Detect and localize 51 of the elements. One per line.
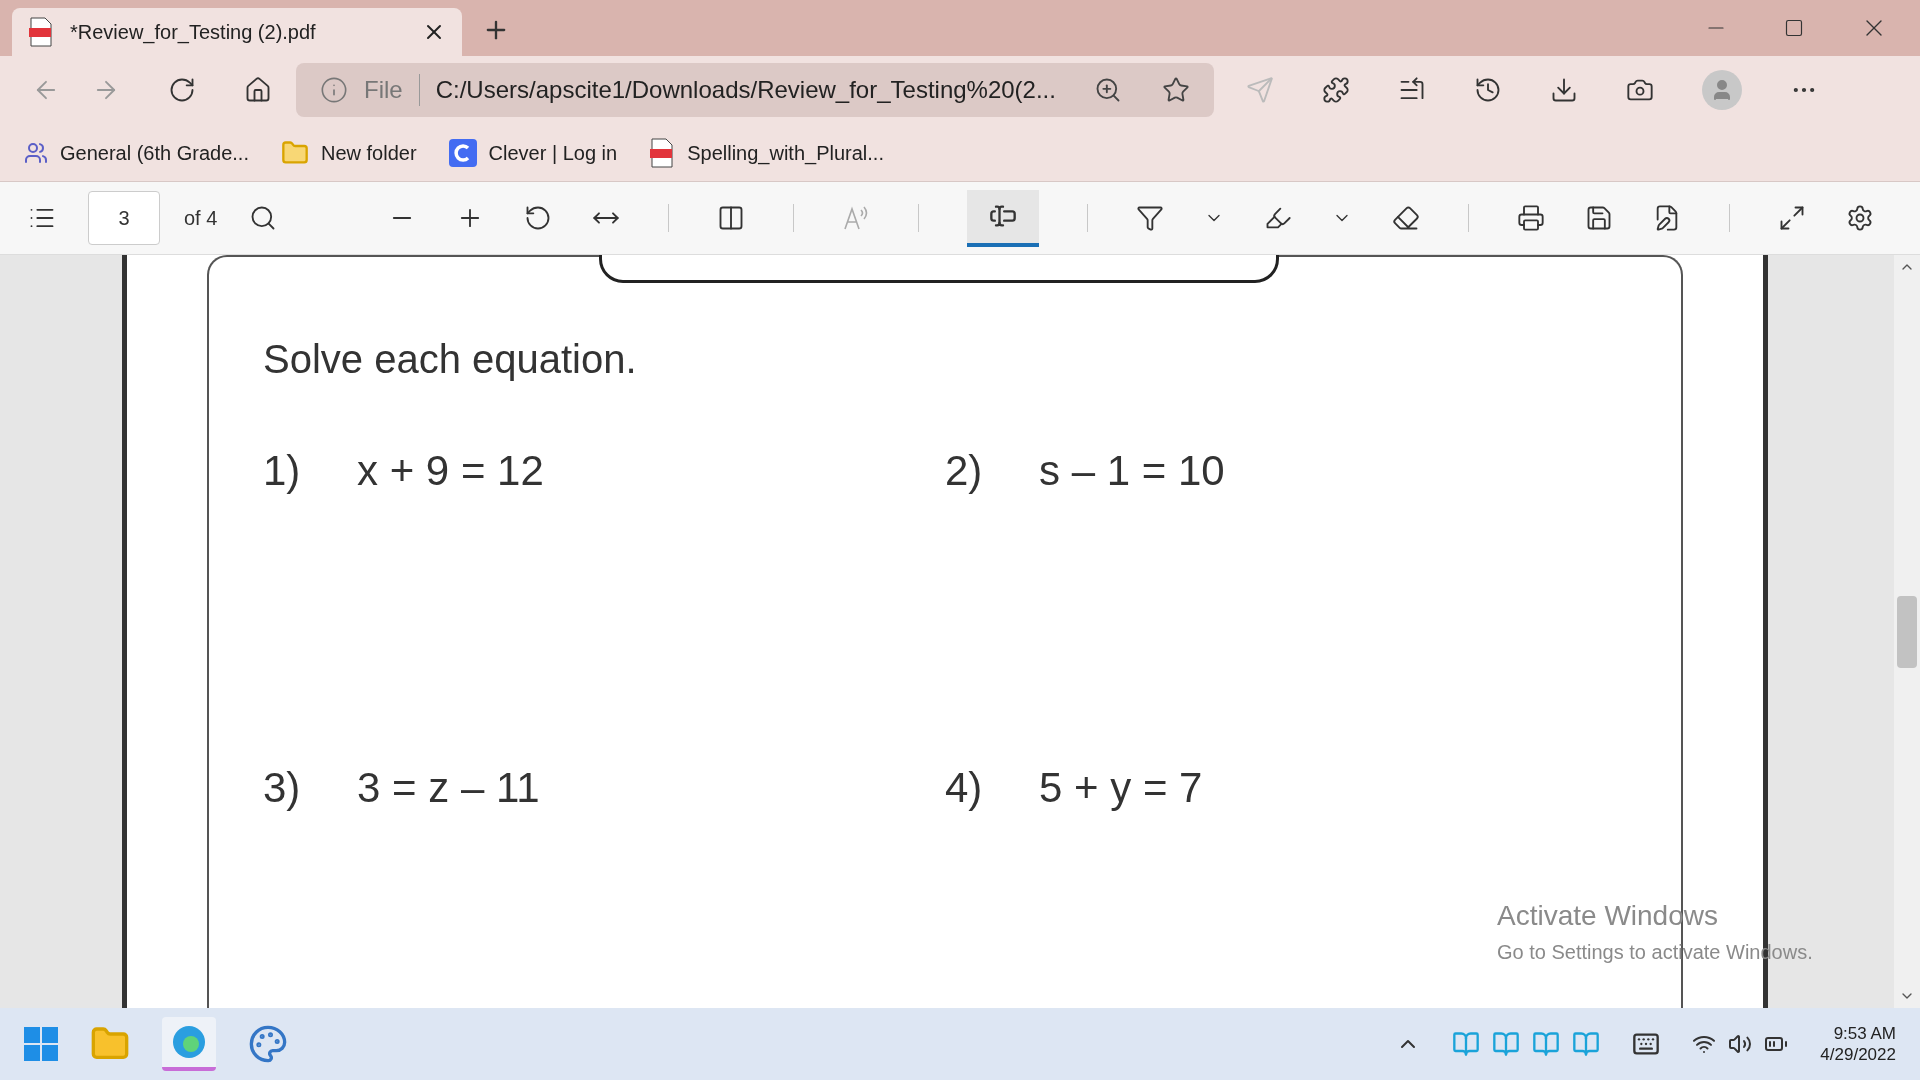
home-icon[interactable] (244, 76, 272, 104)
scrollbar-thumb[interactable] (1897, 595, 1917, 668)
zoom-icon[interactable] (1094, 76, 1122, 104)
history-icon[interactable] (1474, 76, 1502, 104)
url-text: C:/Users/apscite1/Downloads/Review_for_Testing%20(2... (435, 75, 1057, 105)
restore-icon[interactable] (1784, 18, 1804, 38)
tab-title: *Review_for_Testing (2).pdf (70, 20, 317, 46)
fullscreen-icon[interactable] (1778, 204, 1806, 232)
reload-icon[interactable] (168, 76, 196, 104)
info-icon[interactable] (320, 76, 348, 104)
equation-text: s – 1 = 10 (1039, 446, 1225, 496)
bookmark-link[interactable]: Clever | Log in (488, 137, 618, 168)
settings-icon[interactable] (1846, 204, 1874, 232)
volume-icon[interactable] (1728, 1032, 1753, 1056)
page-count: of 4 (184, 206, 218, 231)
address-bar[interactable]: File C:/Users/apscite1/Downloads/Review_for_Testing%20(2... (296, 63, 1214, 117)
rotate-icon[interactable] (524, 204, 552, 232)
pdf-file-icon (28, 17, 54, 47)
paint-icon[interactable] (248, 1024, 288, 1064)
favorite-add-icon[interactable] (1162, 76, 1190, 104)
equation-text: 3 = z – 11 (357, 763, 540, 813)
problem-number: 1) (263, 446, 302, 496)
clock-time[interactable]: 9:53 AM (1833, 1022, 1896, 1044)
page-view-icon[interactable] (717, 204, 745, 232)
save-icon[interactable] (1585, 204, 1613, 232)
browser-taskbar-icon[interactable] (162, 1017, 216, 1071)
browser-tab[interactable]: *Review_for_Testing (2).pdf (12, 8, 462, 56)
bookmark-link[interactable]: General (6th Grade... (60, 137, 249, 168)
profile-avatar[interactable] (1702, 70, 1742, 110)
problem-number: 3) (263, 763, 302, 813)
equation-text: 5 + y = 7 (1039, 763, 1203, 813)
letter-c-icon (448, 138, 477, 167)
people-icon (24, 140, 48, 165)
problem-number: 2) (945, 446, 984, 496)
scrollbar[interactable] (1894, 255, 1920, 1008)
bookmark-link[interactable]: Spelling_with_Plural... (687, 137, 884, 168)
page-number-field[interactable]: 3 (88, 191, 160, 245)
problem-number: 4) (945, 763, 984, 813)
equation-text: x + 9 = 12 (357, 446, 544, 496)
eraser-icon[interactable] (1392, 204, 1420, 232)
start-icon[interactable] (24, 1027, 58, 1061)
folder-icon (281, 138, 309, 167)
extensions-icon[interactable] (1322, 76, 1350, 104)
bookmark-link[interactable]: New folder (321, 137, 417, 168)
instruction-text: Solve each equation. (263, 336, 638, 383)
clock-date[interactable]: 4/29/2022 (1820, 1044, 1896, 1066)
download-icon[interactable] (1550, 76, 1578, 104)
print-icon[interactable] (1517, 204, 1545, 232)
pdf-file-icon (649, 137, 676, 168)
scheme-label: File (364, 75, 403, 105)
add-text-button[interactable] (967, 189, 1039, 247)
